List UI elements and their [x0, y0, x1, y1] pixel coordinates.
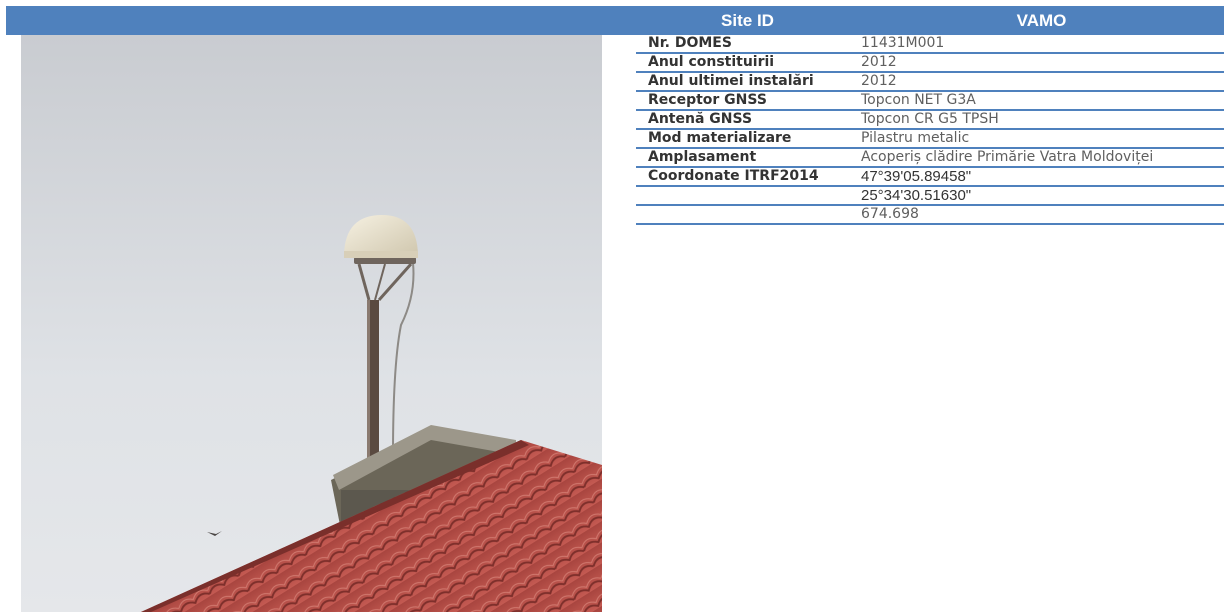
table-row: Anul constituirii 2012 [636, 53, 1224, 73]
table-row: Amplasament Acoperiș clădire Primărie Va… [636, 148, 1224, 168]
site-id-label: Site ID [636, 6, 859, 35]
row-value: 11431M001 [859, 35, 1224, 54]
row-value: Acoperiș clădire Primărie Vatra Moldoviț… [859, 148, 1224, 168]
table-row: Antenă GNSS Topcon CR G5 TPSH [636, 110, 1224, 130]
site-info-table: Site ID VAMO Nr. DOMES 11431M001 Anul co… [636, 6, 1224, 225]
row-label: Anul ultimei instalări [636, 72, 859, 92]
latitude-value: 47°39'05.89458" [859, 167, 1224, 187]
row-label: Anul constituirii [636, 53, 859, 73]
table-row: Nr. DOMES 11431M001 [636, 35, 1224, 54]
table-row: Anul ultimei instalări 2012 [636, 72, 1224, 92]
row-value: 2012 [859, 53, 1224, 73]
table-row: 674.698 [636, 205, 1224, 225]
row-value: Pilastru metalic [859, 129, 1224, 149]
row-label: Amplasament [636, 148, 859, 168]
table-row: Coordonate ITRF2014 47°39'05.89458" [636, 167, 1224, 187]
row-value: 2012 [859, 72, 1224, 92]
row-label [636, 186, 859, 206]
table-header: Site ID VAMO [636, 6, 1224, 35]
height-value: 674.698 [859, 205, 1224, 225]
row-label: Antenă GNSS [636, 110, 859, 130]
row-value: Topcon NET G3A [859, 91, 1224, 111]
site-photo [21, 35, 602, 612]
row-value: Topcon CR G5 TPSH [859, 110, 1224, 130]
longitude-value: 25°34'30.51630" [859, 186, 1224, 206]
row-label: Mod materializare [636, 129, 859, 149]
row-label [636, 205, 859, 225]
header-band [6, 6, 636, 35]
site-id-value: VAMO [859, 6, 1224, 35]
table-row: Receptor GNSS Topcon NET G3A [636, 91, 1224, 111]
row-label: Nr. DOMES [636, 35, 859, 54]
table-row: 25°34'30.51630" [636, 186, 1224, 206]
row-label: Receptor GNSS [636, 91, 859, 111]
row-label: Coordonate ITRF2014 [636, 167, 859, 187]
table-row: Mod materializare Pilastru metalic [636, 129, 1224, 149]
